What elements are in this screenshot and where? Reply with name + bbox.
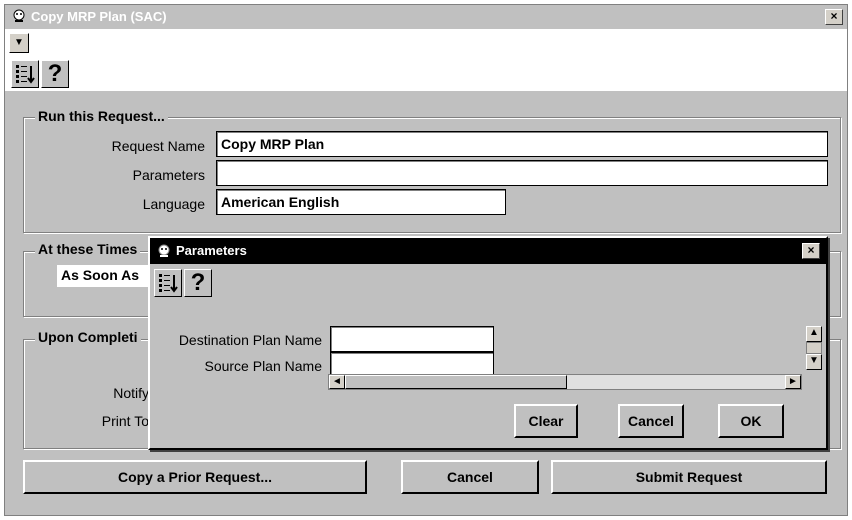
dialog-title-bar: Parameters ×: [150, 238, 826, 264]
scroll-left-button[interactable]: ◄: [329, 375, 345, 389]
notify-label: Notify: [113, 385, 149, 401]
parameter-list: Destination Plan Name Source Plan Name: [154, 322, 804, 376]
submit-request-button[interactable]: Submit Request: [551, 460, 827, 494]
horizontal-scroll-thumb[interactable]: [345, 375, 567, 389]
arrow-down-icon: ▼: [809, 355, 819, 366]
close-icon: ×: [830, 9, 838, 23]
dialog-cancel-button[interactable]: Cancel: [618, 404, 684, 438]
window-menu-dropdown[interactable]: ▼: [9, 33, 29, 53]
request-name-field[interactable]: Copy MRP Plan: [216, 131, 828, 157]
toolbar: ?: [5, 57, 847, 91]
times-legend: At these Times: [35, 241, 141, 257]
dialog-app-icon: [158, 244, 170, 257]
help-icon: ?: [47, 60, 63, 87]
help-icon: ?: [190, 269, 206, 296]
menu-bar: ▼: [5, 29, 847, 57]
source-plan-label: Source Plan Name: [204, 358, 322, 374]
parameters-dialog: Parameters × ? Destination Plan Name Sou…: [148, 236, 828, 450]
clear-button[interactable]: Clear: [514, 404, 578, 438]
destination-plan-label: Destination Plan Name: [178, 332, 322, 348]
dialog-help-button[interactable]: ?: [184, 269, 212, 297]
title-bar: Copy MRP Plan (SAC) ×: [5, 5, 847, 29]
list-sort-icon: [159, 274, 178, 293]
source-plan-field[interactable]: [330, 352, 494, 376]
arrow-left-icon: ◄: [332, 376, 342, 387]
language-field[interactable]: American English: [216, 189, 506, 215]
list-sort-button[interactable]: [11, 60, 39, 88]
print-to-label: Print To: [101, 413, 149, 429]
window-title: Copy MRP Plan (SAC): [31, 9, 167, 24]
ok-button[interactable]: OK: [718, 404, 784, 438]
schedule-field[interactable]: As Soon As: [57, 265, 157, 287]
parameters-field[interactable]: [216, 160, 828, 186]
destination-plan-field[interactable]: [330, 326, 494, 352]
cancel-button[interactable]: Cancel: [401, 460, 539, 494]
run-request-legend: Run this Request...: [35, 108, 168, 124]
dialog-title: Parameters: [176, 243, 247, 258]
scroll-right-button[interactable]: ►: [785, 375, 801, 389]
parameters-label: Parameters: [132, 167, 205, 183]
app-icon: [13, 9, 25, 22]
arrow-right-icon: ►: [788, 376, 798, 387]
request-name-label: Request Name: [111, 138, 205, 154]
scroll-up-button[interactable]: ▲: [806, 326, 822, 342]
chevron-down-icon: ▼: [14, 37, 24, 48]
language-label: Language: [142, 196, 205, 212]
help-button[interactable]: ?: [41, 60, 69, 88]
horizontal-scrollbar[interactable]: ◄ ►: [328, 374, 802, 390]
arrow-up-icon: ▲: [809, 327, 819, 338]
completion-legend: Upon Completi: [35, 329, 141, 345]
close-window-button[interactable]: ×: [825, 9, 843, 25]
list-sort-icon: [16, 65, 35, 84]
dialog-close-button[interactable]: ×: [802, 243, 820, 259]
scroll-down-button[interactable]: ▼: [806, 354, 822, 370]
dialog-list-sort-button[interactable]: [154, 269, 182, 297]
vertical-scroll-thumb[interactable]: [806, 342, 822, 354]
close-icon: ×: [807, 243, 815, 257]
copy-prior-request-button[interactable]: Copy a Prior Request...: [23, 460, 367, 494]
